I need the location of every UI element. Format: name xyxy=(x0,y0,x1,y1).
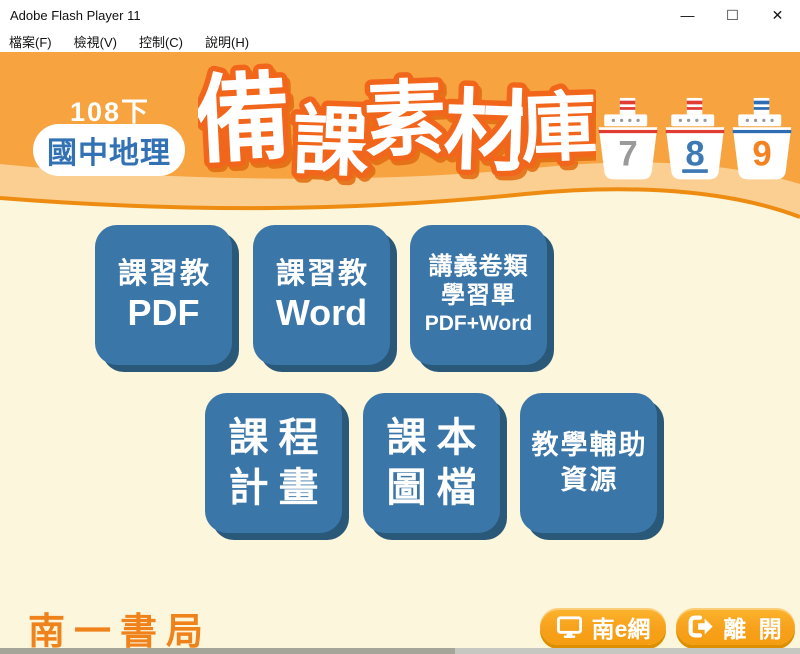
exit-button[interactable]: 離 開 xyxy=(676,608,795,645)
tile-keshijiao-word[interactable]: 課習教 Word xyxy=(253,225,390,365)
boat-grade-8: 8 xyxy=(663,96,727,184)
tile-label: 課本 xyxy=(377,413,487,463)
cabin-window xyxy=(628,119,631,122)
tile-teaching-resources[interactable]: 教學輔助 資源 xyxy=(520,393,657,533)
menu-view[interactable]: 檢視(V) xyxy=(74,32,117,51)
tile-label: 圖檔 xyxy=(377,463,487,513)
cabin-window xyxy=(612,119,615,122)
cabin-window xyxy=(679,119,682,122)
app-title: 備 課 素 材 庫 xyxy=(198,56,596,186)
tile-label: 講義卷類 xyxy=(429,253,529,282)
tile-keshijiao-pdf[interactable]: 課習教 PDF xyxy=(95,225,232,365)
funnel-stripe xyxy=(687,107,703,110)
boat-number: 8 xyxy=(685,136,704,174)
publisher-logo: 南一書局 xyxy=(28,601,212,654)
tile-label: 課習教 xyxy=(116,256,211,292)
cabin-window xyxy=(770,119,773,122)
boat-funnel xyxy=(687,98,703,114)
title-char: 素 xyxy=(362,74,447,168)
boat-grade-7: 7 xyxy=(596,96,660,184)
tile-label: 資源 xyxy=(559,463,619,498)
hull-stripe xyxy=(733,130,792,133)
nan-e-web-button[interactable]: 南e網 xyxy=(540,608,666,645)
cabin-window xyxy=(703,119,706,122)
boat-number: 9 xyxy=(752,136,771,174)
subject-badge: 國中地理 xyxy=(33,124,185,176)
cabin-window xyxy=(620,119,623,122)
boat-number: 7 xyxy=(618,136,637,174)
tile-label: PDF+Word xyxy=(425,311,533,337)
funnel-stripe xyxy=(620,107,636,110)
bottom-scrollbar[interactable] xyxy=(0,648,800,654)
boat-grade-9: 9 xyxy=(730,96,794,184)
tile-label: 計畫 xyxy=(219,463,329,513)
boat-cabin xyxy=(604,114,647,126)
cabin-window xyxy=(687,119,690,122)
cabin-window xyxy=(754,119,757,122)
boat-cabin xyxy=(738,114,781,126)
close-icon[interactable]: ✕ xyxy=(755,0,800,30)
boat-funnel xyxy=(620,98,636,114)
menu-file[interactable]: 檔案(F) xyxy=(9,32,52,51)
boat-number-underline xyxy=(682,169,708,173)
funnel-stripe xyxy=(754,101,770,105)
minimize-icon[interactable]: — xyxy=(665,0,710,30)
tile-label: PDF xyxy=(128,292,200,333)
title-char: 備 xyxy=(198,64,293,176)
tile-textbook-images[interactable]: 課本 圖檔 xyxy=(363,393,500,533)
title-char: 課 xyxy=(291,99,370,186)
title-char: 庫 xyxy=(520,85,596,173)
tile-label: 教學輔助 xyxy=(530,428,648,463)
cabin-window xyxy=(746,119,749,122)
scrollbar-thumb[interactable] xyxy=(0,648,455,654)
tile-label: 學習單 xyxy=(441,282,516,311)
funnel-stripe xyxy=(754,107,770,110)
exit-label: 離 開 xyxy=(723,610,784,644)
cabin-window xyxy=(695,119,698,122)
monitor-icon xyxy=(556,615,583,639)
funnel-stripe xyxy=(687,101,703,105)
funnel-stripe xyxy=(620,101,636,105)
boat-funnel xyxy=(754,98,770,114)
window-controls: — □ ✕ xyxy=(665,0,800,30)
cabin-window xyxy=(636,119,639,122)
grade-boats: 7 8 9 xyxy=(596,96,794,184)
boat-cabin xyxy=(671,114,714,126)
tile-label: 課程 xyxy=(219,413,329,463)
maximize-icon[interactable]: □ xyxy=(710,0,755,30)
subject-label: 國中地理 xyxy=(47,128,171,172)
window-titlebar: Adobe Flash Player 11 — □ ✕ xyxy=(0,0,800,30)
hull-stripe xyxy=(666,130,725,133)
flash-stage: 108下 國中地理 備 課 素 材 庫 xyxy=(0,52,800,654)
window-title: Adobe Flash Player 11 xyxy=(0,8,665,23)
hull-stripe xyxy=(599,130,658,133)
menubar: 檔案(F) 檢視(V) 控制(C) 說明(H) xyxy=(0,30,800,52)
tile-worksheets-pdf-word[interactable]: 講義卷類 學習單 PDF+Word xyxy=(410,225,547,365)
menu-control[interactable]: 控制(C) xyxy=(139,32,183,51)
cabin-window xyxy=(762,119,765,122)
exit-icon xyxy=(686,613,714,640)
tile-label: 課習教 xyxy=(274,256,369,292)
nan-e-web-label: 南e網 xyxy=(592,610,651,644)
tile-label: Word xyxy=(276,292,367,333)
tile-curriculum-plan[interactable]: 課程 計畫 xyxy=(205,393,342,533)
menu-help[interactable]: 說明(H) xyxy=(205,32,249,51)
